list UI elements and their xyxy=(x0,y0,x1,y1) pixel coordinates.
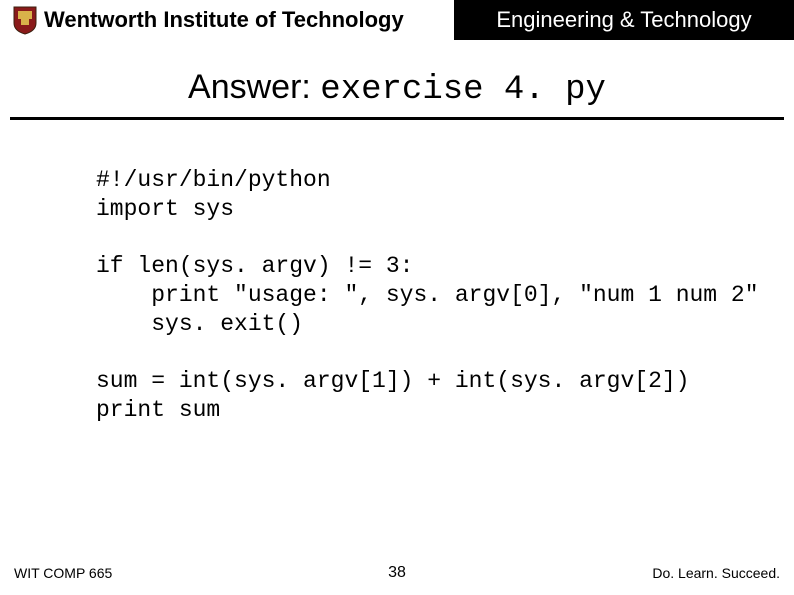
motto: Do. Learn. Succeed. xyxy=(652,565,780,581)
title-prefix: Answer: xyxy=(188,68,320,106)
page-number: 38 xyxy=(388,564,406,582)
slide-header: Wentworth Institute of Technology Engine… xyxy=(0,0,794,40)
slide-title: Answer: exercise 4. py xyxy=(10,68,784,120)
title-filename: exercise 4. py xyxy=(320,71,606,109)
code-listing: #!/usr/bin/python import sys if len(sys.… xyxy=(96,166,794,425)
course-code: WIT COMP 665 xyxy=(14,565,112,581)
department-label: Engineering & Technology xyxy=(454,0,794,40)
institution-name: Wentworth Institute of Technology xyxy=(44,7,404,33)
slide-footer: WIT COMP 665 38 Do. Learn. Succeed. xyxy=(0,565,794,581)
institution-logo-icon xyxy=(12,5,38,35)
header-left: Wentworth Institute of Technology xyxy=(0,0,454,40)
